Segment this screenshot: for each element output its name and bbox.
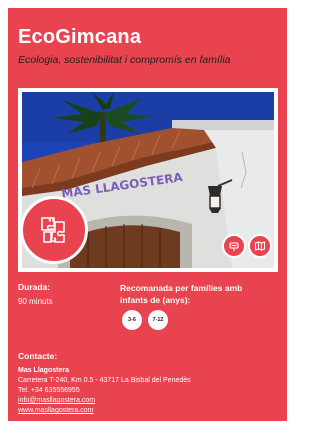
sign-badge: [222, 234, 246, 258]
sign-icon: [229, 242, 239, 251]
puzzle-pieces-icon: [41, 216, 65, 243]
activity-card: EcoGimcana Ecologia, sostenibilitat i co…: [8, 8, 287, 421]
contact-address: Carretera T-240, Km 0.5 - 43717 La Bisba…: [18, 377, 191, 384]
puzzle-badge: [20, 196, 88, 264]
age-range-chip: 7-12: [148, 310, 168, 330]
activity-title: EcoGimcana: [18, 26, 142, 48]
contact-details: Mas Llagostera Carretera T-240, Km 0.5 -…: [18, 366, 191, 416]
contact-website-link[interactable]: www.masllagostera.com: [18, 406, 191, 416]
map-icon: [254, 241, 266, 251]
contact-email-link[interactable]: info@masllagostera.com: [18, 396, 191, 406]
age-range-chip: 3-6: [122, 310, 142, 330]
contact-label: Contacte:: [18, 351, 58, 361]
duration-label: Durada:: [18, 282, 51, 292]
map-badge: [248, 234, 272, 258]
duration-value: 90 minuts: [18, 297, 53, 306]
contact-phone: Tel. +34 635556955: [18, 387, 80, 394]
activity-subtitle: Ecologia, sostenibilitat i compromís en …: [18, 54, 231, 66]
contact-name: Mas Llagostera: [18, 367, 69, 374]
recommended-ages-label: Recomanada per famílies amb infants de (…: [120, 283, 243, 305]
